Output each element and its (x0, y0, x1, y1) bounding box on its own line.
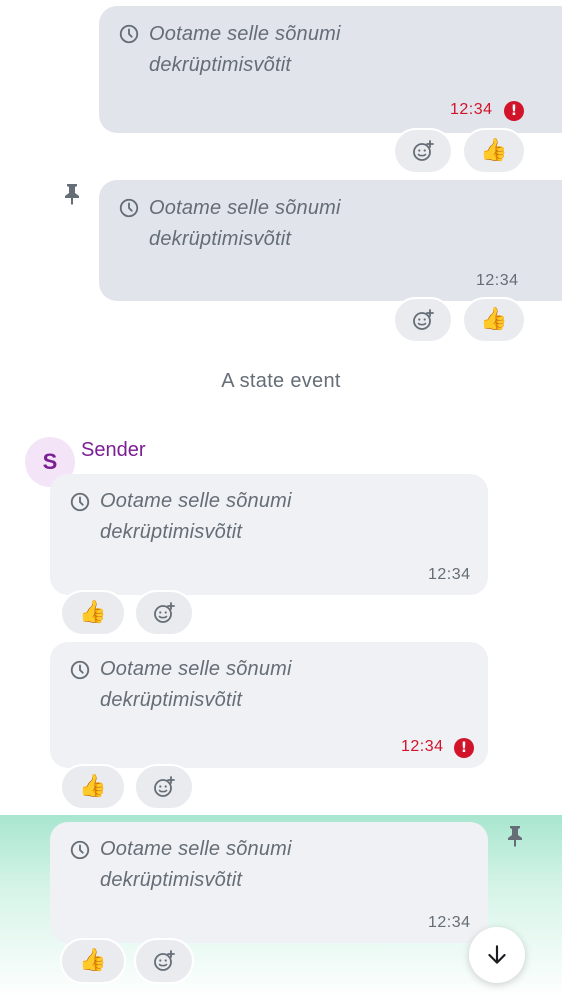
sender-name[interactable]: Sender (81, 439, 146, 462)
timestamp: 12:34 (428, 566, 471, 583)
message-text-line: dekrüptimisvõtit (149, 228, 292, 250)
message-text-line: Ootame selle sõnumi (100, 490, 292, 512)
reaction-thumbs-up[interactable]: 👍 (60, 764, 126, 810)
reaction-thumbs-up[interactable]: 👍 (462, 128, 526, 174)
state-event-text: A state event (221, 370, 341, 392)
add-reaction-button[interactable] (134, 938, 194, 984)
message-bubble-outgoing[interactable]: Ootame selle sõnumi dekrüptimisvõtit 12:… (99, 180, 562, 301)
message-text-line: dekrüptimisvõtit (149, 54, 292, 76)
thumbs-up-icon: 👍 (79, 774, 107, 799)
scroll-to-bottom-button[interactable] (469, 927, 525, 983)
timestamp: 12:34 (428, 914, 471, 931)
message-text: Ootame selle sõnumi dekrüptimisvõtit (149, 193, 341, 255)
message-text-line: dekrüptimisvõtit (100, 521, 243, 543)
message-text-line: Ootame selle sõnumi (149, 197, 341, 219)
clock-icon (70, 492, 90, 512)
add-reaction-button[interactable] (393, 297, 453, 343)
add-reaction-button[interactable] (134, 590, 194, 636)
add-reaction-icon (154, 776, 175, 797)
reaction-thumbs-up[interactable]: 👍 (462, 297, 526, 343)
thumbs-up-icon: 👍 (480, 138, 508, 163)
error-icon[interactable]: ! (504, 101, 524, 121)
clock-icon (70, 660, 90, 680)
timestamp: 12:34 (450, 101, 493, 118)
message-text-line: dekrüptimisvõtit (100, 689, 243, 711)
arrow-down-icon (488, 945, 506, 964)
add-reaction-icon (154, 950, 175, 971)
clock-icon (119, 24, 139, 44)
thumbs-up-icon: 👍 (480, 307, 508, 332)
message-text: Ootame selle sõnumi dekrüptimisvõtit (100, 654, 292, 716)
error-icon[interactable]: ! (454, 738, 474, 758)
message-text-line: Ootame selle sõnumi (100, 658, 292, 680)
thumbs-up-icon: 👍 (79, 600, 107, 625)
thumbs-up-icon: 👍 (79, 948, 107, 973)
add-reaction-icon (154, 602, 175, 623)
message-text-line: dekrüptimisvõtit (100, 869, 243, 891)
add-reaction-icon (413, 140, 434, 161)
add-reaction-button[interactable] (393, 128, 453, 174)
pin-icon (65, 184, 79, 205)
message-bubble-incoming[interactable]: Ootame selle sõnumi dekrüptimisvõtit 12:… (50, 474, 488, 595)
message-text-line: Ootame selle sõnumi (149, 23, 341, 45)
timestamp: 12:34 (401, 738, 444, 755)
message-text: Ootame selle sõnumi dekrüptimisvõtit (100, 486, 292, 548)
message-text: Ootame selle sõnumi dekrüptimisvõtit (100, 834, 292, 896)
message-bubble-incoming[interactable]: Ootame selle sõnumi dekrüptimisvõtit 12:… (50, 642, 488, 768)
reaction-thumbs-up[interactable]: 👍 (60, 590, 126, 636)
add-reaction-button[interactable] (134, 764, 194, 810)
timestamp: 12:34 (476, 272, 519, 289)
add-reaction-icon (413, 309, 434, 330)
clock-icon (119, 198, 139, 218)
pin-icon (508, 826, 522, 847)
message-bubble-outgoing[interactable]: Ootame selle sõnumi dekrüptimisvõtit 12:… (99, 6, 562, 133)
message-text-line: Ootame selle sõnumi (100, 838, 292, 860)
reaction-thumbs-up[interactable]: 👍 (60, 938, 126, 984)
message-text: Ootame selle sõnumi dekrüptimisvõtit (149, 19, 341, 81)
clock-icon (70, 840, 90, 860)
message-bubble-incoming[interactable]: Ootame selle sõnumi dekrüptimisvõtit 12:… (50, 822, 488, 943)
